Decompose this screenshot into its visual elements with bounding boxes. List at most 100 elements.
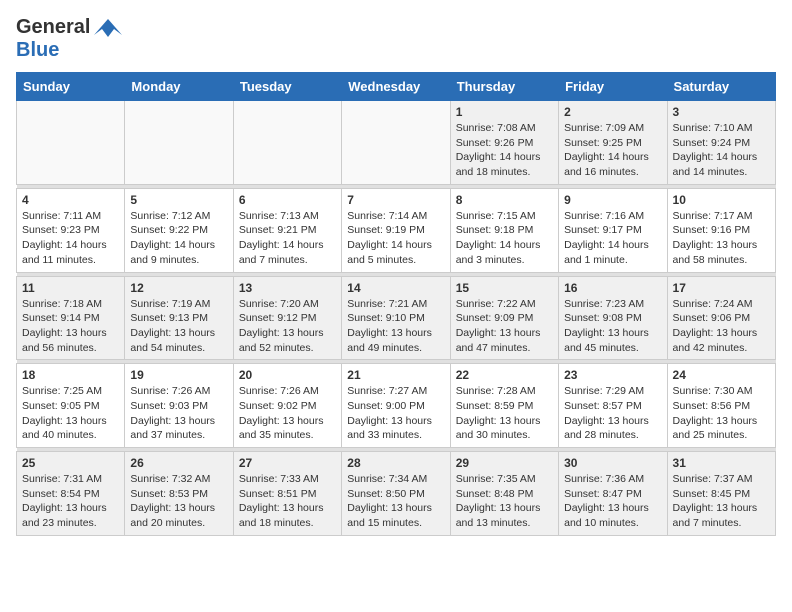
day-number: 3 — [673, 105, 770, 119]
day-cell: 13Sunrise: 7:20 AM Sunset: 9:12 PM Dayli… — [233, 276, 341, 360]
day-cell: 14Sunrise: 7:21 AM Sunset: 9:10 PM Dayli… — [342, 276, 450, 360]
logo-text-general: General — [16, 16, 90, 39]
day-info: Sunrise: 7:31 AM Sunset: 8:54 PM Dayligh… — [22, 472, 119, 531]
logo-bird-icon — [94, 17, 122, 39]
day-number: 21 — [347, 368, 444, 382]
day-cell: 23Sunrise: 7:29 AM Sunset: 8:57 PM Dayli… — [559, 364, 667, 448]
weekday-header-thursday: Thursday — [450, 73, 558, 101]
day-info: Sunrise: 7:12 AM Sunset: 9:22 PM Dayligh… — [130, 209, 227, 268]
day-number: 29 — [456, 456, 553, 470]
weekday-header-tuesday: Tuesday — [233, 73, 341, 101]
day-cell: 19 Sunrise: 7:26 AM Sunset: 9:03 PM Dayli… — [125, 364, 233, 448]
weekday-header-wednesday: Wednesday — [342, 73, 450, 101]
day-number: 31 — [673, 456, 770, 470]
day-cell: 30 Sunrise: 7:36 AM Sunset: 8:47 PM Dayli… — [559, 452, 667, 536]
day-number: 27 — [239, 456, 336, 470]
weekday-header-friday: Friday — [559, 73, 667, 101]
day-cell: 1 Sunrise: 7:08 AM Sunset: 9:26 PM Daylig… — [450, 101, 558, 185]
day-cell: 9 Sunrise: 7:16 AM Sunset: 9:17 PM Daylig… — [559, 188, 667, 272]
day-cell: 29 Sunrise: 7:35 AM Sunset: 8:48 PM Dayli… — [450, 452, 558, 536]
weekday-header-row: SundayMondayTuesdayWednesdayThursdayFrid… — [17, 73, 776, 101]
day-number: 1 — [456, 105, 553, 119]
day-info: Sunrise: 7:16 AM Sunset: 9:17 PM Dayligh… — [564, 209, 661, 268]
day-info: Sunrise: 7:08 AM Sunset: 9:26 PM Dayligh… — [456, 121, 553, 180]
header: General Blue — [16, 16, 776, 62]
day-cell: 22 Sunrise: 7:28 AM Sunset: 8:59 PM Dayli… — [450, 364, 558, 448]
day-info: Sunrise: 7:25 AM Sunset: 9:05 PM Dayligh… — [22, 384, 119, 443]
week-row-3: 11Sunrise: 7:18 AM Sunset: 9:14 PM Dayli… — [17, 276, 776, 360]
day-cell: 16 Sunrise: 7:23 AM Sunset: 9:08 PM Dayli… — [559, 276, 667, 360]
day-info: Sunrise: 7:26 AM Sunset: 9:03 PM Dayligh… — [130, 384, 227, 443]
day-cell: 17 Sunrise: 7:24 AM Sunset: 9:06 PM Dayli… — [667, 276, 775, 360]
day-number: 28 — [347, 456, 444, 470]
day-number: 11 — [22, 281, 119, 295]
day-cell: 10Sunrise: 7:17 AM Sunset: 9:16 PM Dayli… — [667, 188, 775, 272]
day-info: Sunrise: 7:24 AM Sunset: 9:06 PM Dayligh… — [673, 297, 770, 356]
day-number: 18 — [22, 368, 119, 382]
day-number: 22 — [456, 368, 553, 382]
day-number: 12 — [130, 281, 227, 295]
day-info: Sunrise: 7:09 AM Sunset: 9:25 PM Dayligh… — [564, 121, 661, 180]
weekday-header-sunday: Sunday — [17, 73, 125, 101]
day-info: Sunrise: 7:15 AM Sunset: 9:18 PM Dayligh… — [456, 209, 553, 268]
day-cell: 24 Sunrise: 7:30 AM Sunset: 8:56 PM Dayli… — [667, 364, 775, 448]
day-info: Sunrise: 7:27 AM Sunset: 9:00 PM Dayligh… — [347, 384, 444, 443]
week-row-2: 4Sunrise: 7:11 AM Sunset: 9:23 PM Daylig… — [17, 188, 776, 272]
day-info: Sunrise: 7:19 AM Sunset: 9:13 PM Dayligh… — [130, 297, 227, 356]
day-number: 6 — [239, 193, 336, 207]
day-number: 9 — [564, 193, 661, 207]
day-number: 17 — [673, 281, 770, 295]
logo: General Blue — [16, 16, 122, 62]
day-number: 2 — [564, 105, 661, 119]
day-cell: 25 Sunrise: 7:31 AM Sunset: 8:54 PM Dayli… — [17, 452, 125, 536]
week-row-4: 18 Sunrise: 7:25 AM Sunset: 9:05 PM Dayli… — [17, 364, 776, 448]
day-info: Sunrise: 7:35 AM Sunset: 8:48 PM Dayligh… — [456, 472, 553, 531]
day-cell: 20 Sunrise: 7:26 AM Sunset: 9:02 PM Dayli… — [233, 364, 341, 448]
day-info: Sunrise: 7:14 AM Sunset: 9:19 PM Dayligh… — [347, 209, 444, 268]
day-number: 24 — [673, 368, 770, 382]
day-info: Sunrise: 7:26 AM Sunset: 9:02 PM Dayligh… — [239, 384, 336, 443]
day-info: Sunrise: 7:29 AM Sunset: 8:57 PM Dayligh… — [564, 384, 661, 443]
day-cell: 12 Sunrise: 7:19 AM Sunset: 9:13 PM Dayli… — [125, 276, 233, 360]
day-info: Sunrise: 7:32 AM Sunset: 8:53 PM Dayligh… — [130, 472, 227, 531]
day-number: 4 — [22, 193, 119, 207]
day-cell: 7Sunrise: 7:14 AM Sunset: 9:19 PM Daylig… — [342, 188, 450, 272]
day-number: 16 — [564, 281, 661, 295]
day-number: 26 — [130, 456, 227, 470]
day-number: 5 — [130, 193, 227, 207]
day-info: Sunrise: 7:28 AM Sunset: 8:59 PM Dayligh… — [456, 384, 553, 443]
day-number: 30 — [564, 456, 661, 470]
day-info: Sunrise: 7:10 AM Sunset: 9:24 PM Dayligh… — [673, 121, 770, 180]
day-cell: 2 Sunrise: 7:09 AM Sunset: 9:25 PM Daylig… — [559, 101, 667, 185]
day-info: Sunrise: 7:36 AM Sunset: 8:47 PM Dayligh… — [564, 472, 661, 531]
day-cell — [342, 101, 450, 185]
day-info: Sunrise: 7:22 AM Sunset: 9:09 PM Dayligh… — [456, 297, 553, 356]
day-cell — [17, 101, 125, 185]
day-cell: 6 Sunrise: 7:13 AM Sunset: 9:21 PM Daylig… — [233, 188, 341, 272]
day-number: 20 — [239, 368, 336, 382]
day-info: Sunrise: 7:33 AM Sunset: 8:51 PM Dayligh… — [239, 472, 336, 531]
calendar: SundayMondayTuesdayWednesdayThursdayFrid… — [16, 72, 776, 536]
day-number: 25 — [22, 456, 119, 470]
day-number: 19 — [130, 368, 227, 382]
day-number: 10 — [673, 193, 770, 207]
day-cell: 8Sunrise: 7:15 AM Sunset: 9:18 PM Daylig… — [450, 188, 558, 272]
day-cell: 26 Sunrise: 7:32 AM Sunset: 8:53 PM Dayli… — [125, 452, 233, 536]
day-cell: 4Sunrise: 7:11 AM Sunset: 9:23 PM Daylig… — [17, 188, 125, 272]
day-info: Sunrise: 7:23 AM Sunset: 9:08 PM Dayligh… — [564, 297, 661, 356]
day-number: 13 — [239, 281, 336, 295]
day-cell: 31 Sunrise: 7:37 AM Sunset: 8:45 PM Dayli… — [667, 452, 775, 536]
day-info: Sunrise: 7:34 AM Sunset: 8:50 PM Dayligh… — [347, 472, 444, 531]
weekday-header-saturday: Saturday — [667, 73, 775, 101]
day-number: 15 — [456, 281, 553, 295]
day-info: Sunrise: 7:30 AM Sunset: 8:56 PM Dayligh… — [673, 384, 770, 443]
day-info: Sunrise: 7:13 AM Sunset: 9:21 PM Dayligh… — [239, 209, 336, 268]
day-cell: 18 Sunrise: 7:25 AM Sunset: 9:05 PM Dayli… — [17, 364, 125, 448]
week-row-5: 25 Sunrise: 7:31 AM Sunset: 8:54 PM Dayli… — [17, 452, 776, 536]
day-cell: 5 Sunrise: 7:12 AM Sunset: 9:22 PM Daylig… — [125, 188, 233, 272]
weekday-header-monday: Monday — [125, 73, 233, 101]
day-info: Sunrise: 7:37 AM Sunset: 8:45 PM Dayligh… — [673, 472, 770, 531]
day-info: Sunrise: 7:21 AM Sunset: 9:10 PM Dayligh… — [347, 297, 444, 356]
day-cell: 15 Sunrise: 7:22 AM Sunset: 9:09 PM Dayli… — [450, 276, 558, 360]
day-cell — [233, 101, 341, 185]
